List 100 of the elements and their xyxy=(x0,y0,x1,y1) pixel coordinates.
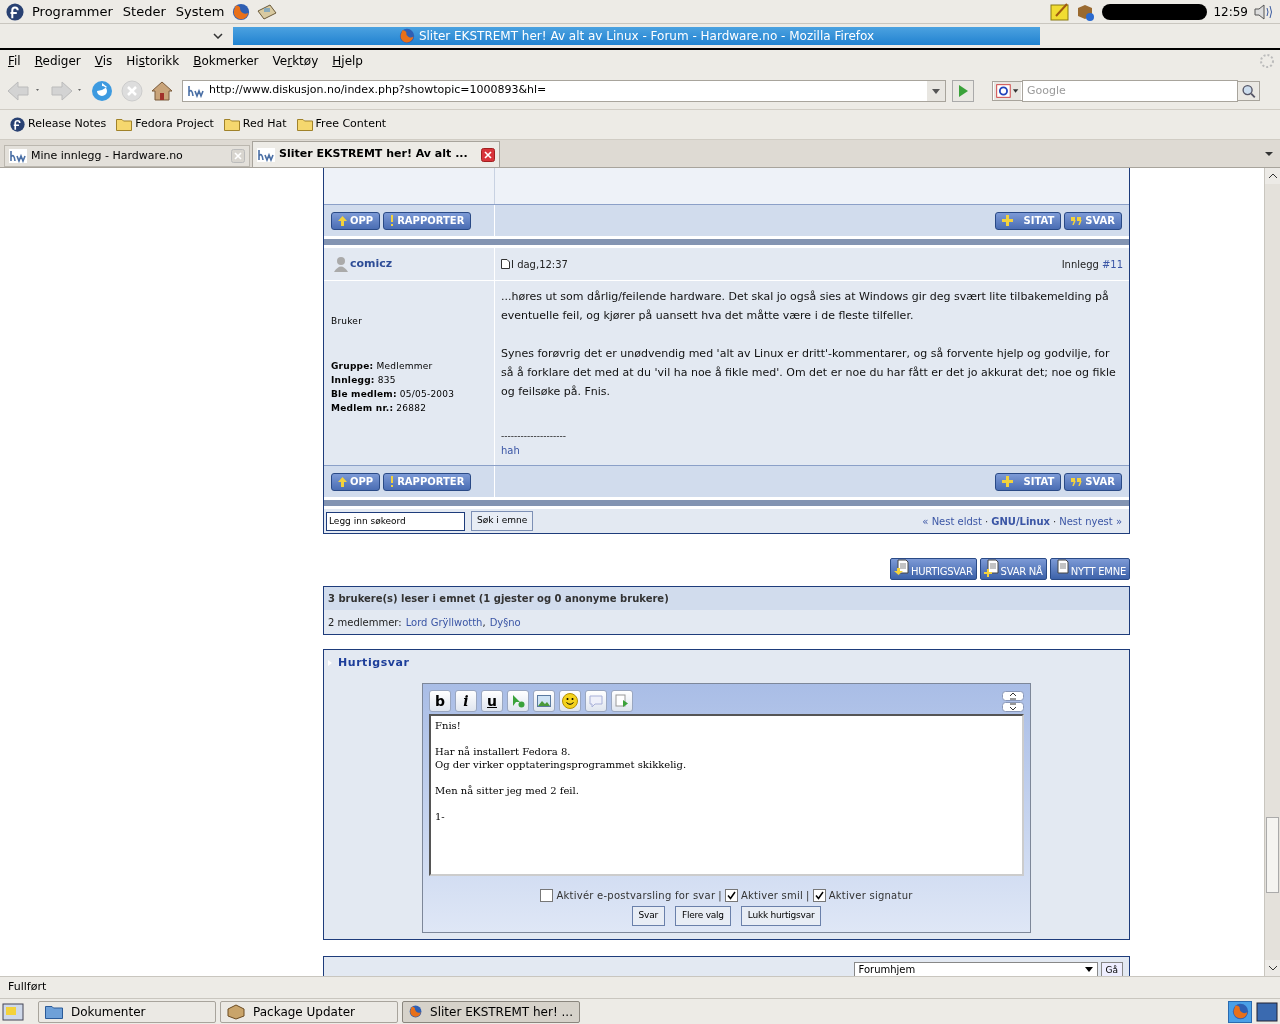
workspace-icon[interactable] xyxy=(1256,1000,1278,1023)
post-button[interactable]: OPP xyxy=(331,472,381,491)
menu-item[interactable]: Fil xyxy=(1,52,28,70)
underline-button[interactable]: u xyxy=(481,690,503,712)
show-desktop-icon[interactable] xyxy=(2,1000,24,1023)
post-date: I dag,12:37 xyxy=(511,257,568,272)
signature-rule: -------------------- xyxy=(501,430,567,443)
mail-icon xyxy=(256,2,279,21)
user-icon xyxy=(334,256,348,272)
go-button[interactable]: Gå xyxy=(1100,962,1123,976)
reply-text-area[interactable]: Fnis! Har nå installert Fedora 8. Og der virker opptateringsprogrammet skikkelig. Men nå sitter jeg med 2 feil. 1- xyxy=(429,714,1024,876)
folder-icon xyxy=(45,1004,63,1019)
notes-icon xyxy=(1050,1,1071,22)
dropdown-arrow-icon xyxy=(1084,967,1093,972)
plus-icon xyxy=(1002,215,1014,226)
chevron-down-icon[interactable] xyxy=(213,33,223,39)
insert-link-button[interactable] xyxy=(507,690,529,712)
close-icon[interactable] xyxy=(481,147,495,162)
action-button[interactable]: NYTT EMNE xyxy=(1049,558,1130,580)
menu-item[interactable]: Rediger xyxy=(27,52,88,70)
throbber-icon xyxy=(1259,53,1275,69)
post-button[interactable]: OPP xyxy=(331,211,381,230)
plus-icon xyxy=(1002,476,1014,487)
form-button[interactable]: Svar xyxy=(631,906,665,926)
volume-icon xyxy=(1254,2,1274,21)
insert-image-button[interactable] xyxy=(533,690,555,712)
bookmark-item[interactable]: Red Hat xyxy=(223,116,287,133)
post-button[interactable]: SITAT xyxy=(995,472,1062,491)
option-checkbox[interactable] xyxy=(812,889,826,902)
collapse-icon[interactable] xyxy=(1002,701,1024,712)
browser-tab[interactable]: Sliter EKSTREMT her! Av alt ... xyxy=(252,141,500,167)
separator-dot: · xyxy=(985,514,989,529)
form-button[interactable]: Lukk hurtigsvar xyxy=(740,906,822,926)
search-field[interactable]: Google xyxy=(1022,79,1238,102)
clock: 12:59 xyxy=(1213,3,1248,21)
member-link[interactable]: Dy§no xyxy=(489,614,521,630)
go-icon[interactable] xyxy=(952,79,974,102)
forum-jump-select[interactable]: Forumhjem xyxy=(853,962,1098,976)
taskbar-button[interactable]: Dokumenter xyxy=(38,1000,216,1023)
scrollbar[interactable] xyxy=(1264,168,1280,976)
option-label: Aktiver smil xyxy=(740,889,804,903)
topic-nav-link[interactable]: Nest nyest » xyxy=(1059,513,1122,529)
fedora-logo-icon xyxy=(10,117,25,132)
code-button[interactable] xyxy=(611,690,633,712)
bold-button[interactable]: b xyxy=(429,690,451,712)
taskbar-button[interactable]: Sliter EKSTREMT her! ... xyxy=(402,1000,580,1023)
address-field[interactable]: http://www.diskusjon.no/index.php?showtopic=1000893&hl= xyxy=(182,79,946,102)
search-input[interactable]: Legg inn søkeord xyxy=(326,511,465,531)
action-button[interactable]: SVAR NÅ xyxy=(979,558,1047,580)
comma: , xyxy=(482,615,486,630)
menu-item[interactable]: Bokmerker xyxy=(186,52,266,70)
fedora-logo-icon xyxy=(6,2,24,21)
forum-link[interactable]: GNU/Linux xyxy=(991,513,1051,529)
scroll-up-icon[interactable] xyxy=(1265,168,1280,184)
bookmark-item[interactable]: Fedora Project xyxy=(116,116,214,133)
user-field: Medlem nr.: 26882 xyxy=(331,400,487,415)
menu-item[interactable]: Historikk xyxy=(119,52,187,70)
taskbar-button[interactable]: Package Updater xyxy=(220,1000,398,1023)
smiley-icon xyxy=(562,693,578,709)
menu-item[interactable]: Hjelp xyxy=(325,52,370,70)
option-checkbox[interactable] xyxy=(540,889,554,902)
post-author[interactable]: comicz xyxy=(350,255,393,273)
menu-item[interactable]: Vis xyxy=(87,52,120,70)
topic-nav-link[interactable]: « Nest eldst xyxy=(922,513,982,529)
post-number-link[interactable]: #11 xyxy=(1101,256,1123,272)
post-button[interactable]: SITAT xyxy=(995,211,1062,230)
option-separator: | xyxy=(806,889,810,903)
post-button[interactable]: SVAR xyxy=(1064,211,1122,230)
panel-menu[interactable]: Programmer xyxy=(30,1,115,22)
firefox-icon xyxy=(398,28,415,44)
bookmark-item[interactable]: Release Notes xyxy=(10,116,107,133)
package-icon xyxy=(227,1003,245,1020)
browser-tab[interactable]: Mine innlegg - Hardware.no xyxy=(4,145,250,167)
reload-icon[interactable] xyxy=(90,78,114,103)
bookmark-item[interactable]: Free Content xyxy=(296,116,387,133)
site-icon xyxy=(257,147,275,162)
page-play-icon xyxy=(615,694,629,708)
option-checkbox[interactable] xyxy=(724,889,738,902)
signature-link[interactable]: hah xyxy=(501,443,1123,459)
scrollbar-thumb[interactable] xyxy=(1266,817,1279,893)
speech-bubble-icon xyxy=(589,694,603,708)
panel-menu[interactable]: Steder xyxy=(120,1,168,22)
post-button[interactable]: RAPPORTER xyxy=(383,472,472,491)
separator-dot: · xyxy=(1053,514,1057,529)
smiley-button[interactable] xyxy=(559,690,581,712)
menu-item[interactable]: Verktøy xyxy=(265,52,326,70)
search-icon[interactable] xyxy=(1238,80,1260,101)
option-separator: | xyxy=(718,889,722,903)
search-topic-button[interactable]: Søk i emne xyxy=(471,511,534,531)
user-field: Gruppe: Medlemmer xyxy=(331,358,487,373)
expand-icon[interactable] xyxy=(1002,690,1024,701)
scroll-down-icon[interactable] xyxy=(1265,960,1280,976)
italic-button[interactable]: i xyxy=(455,690,477,712)
search-engine-icon[interactable] xyxy=(992,80,1022,101)
panel-menu[interactable]: System xyxy=(173,1,227,22)
members-label: 2 medlemmer: xyxy=(328,615,402,630)
form-button[interactable]: Flere valg xyxy=(674,906,731,926)
action-button[interactable]: HURTIGSVAR xyxy=(889,558,977,580)
post-button[interactable]: RAPPORTER xyxy=(383,211,472,230)
post-button[interactable]: SVAR xyxy=(1064,472,1122,491)
